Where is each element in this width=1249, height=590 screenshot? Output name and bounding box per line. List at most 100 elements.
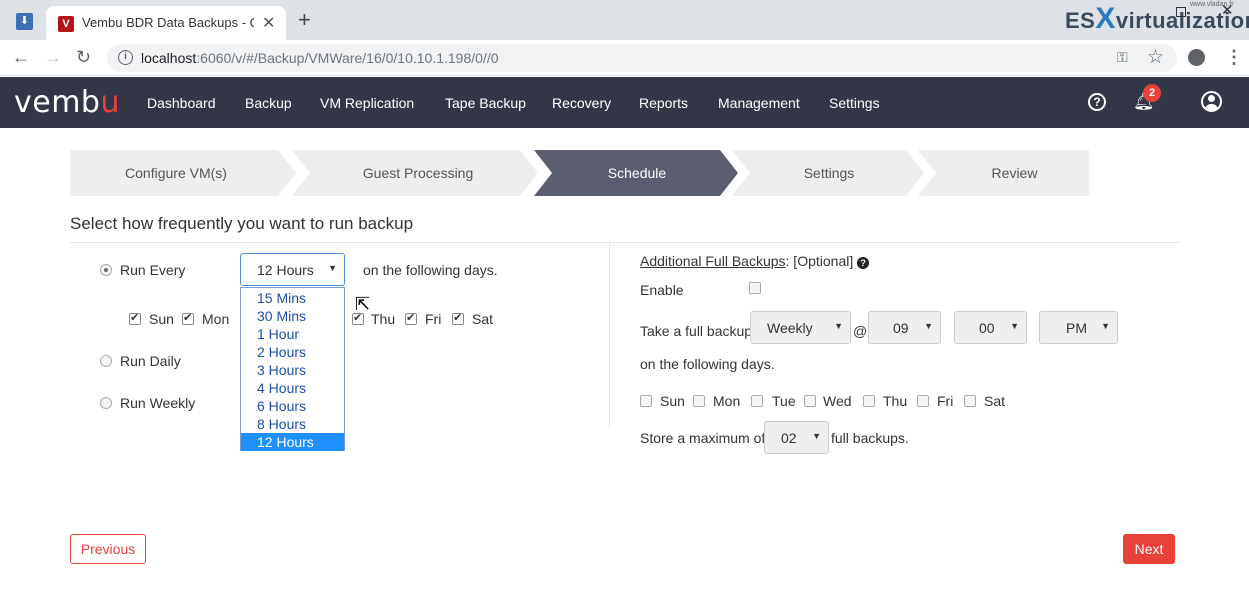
full-day-checkbox-fri[interactable] xyxy=(917,395,929,407)
full-day-label-sat: Sat xyxy=(984,393,1006,409)
forward-icon[interactable]: → xyxy=(44,48,62,66)
hour-select[interactable]: 09 ▼ xyxy=(868,311,941,344)
next-button[interactable]: Next xyxy=(1123,534,1175,564)
interval-option[interactable]: 3 Hours xyxy=(241,361,344,379)
take-full-backup-label: Take a full backup xyxy=(640,323,753,339)
interval-option[interactable]: 4 Hours xyxy=(241,379,344,397)
close-tab-icon[interactable]: ✕ xyxy=(262,13,275,33)
interval-option[interactable]: 15 Mins xyxy=(241,289,344,307)
schedule-title: Select how frequently you want to run ba… xyxy=(70,214,414,233)
day-label-sun: Sun xyxy=(149,311,174,327)
tab-title: Vembu BDR Data Backups - Online xyxy=(82,15,254,30)
reload-icon[interactable]: ↻ xyxy=(76,48,91,66)
interval-option[interactable]: 8 Hours xyxy=(241,415,344,433)
interval-dropdown-list[interactable]: 15 Mins 30 Mins 1 Hour 2 Hours 3 Hours 4… xyxy=(240,287,345,451)
chevron-down-icon: ▼ xyxy=(924,321,933,331)
enable-checkbox[interactable] xyxy=(749,282,761,294)
run-daily-label: Run Daily xyxy=(120,353,181,369)
interval-option[interactable]: 6 Hours xyxy=(241,397,344,415)
nav-tape-backup[interactable]: Tape Backup xyxy=(445,95,526,111)
day-label-fri: Fri xyxy=(425,311,442,327)
nav-reports[interactable]: Reports xyxy=(639,95,688,111)
vembu-logo[interactable]: vembu xyxy=(14,85,120,120)
nav-recovery[interactable]: Recovery xyxy=(552,95,611,111)
question-icon[interactable]: ? xyxy=(857,257,870,269)
wizard-steps: Configure VM(s) Guest Processing Schedul… xyxy=(70,150,1089,196)
profile-icon[interactable] xyxy=(1188,49,1205,66)
day-checkbox-fri[interactable] xyxy=(405,311,417,325)
day-checkbox-mon[interactable] xyxy=(182,311,194,325)
nav-backup[interactable]: Backup xyxy=(245,95,292,111)
minute-select[interactable]: 00 ▼ xyxy=(954,311,1027,344)
address-bar[interactable]: i localhost:6060/v/#/Backup/VMWare/16/0/… xyxy=(107,44,1177,72)
nav-settings[interactable]: Settings xyxy=(829,95,880,111)
chevron-down-icon: ▼ xyxy=(1101,321,1110,331)
vembu-favicon-icon: V xyxy=(58,16,74,32)
store-maximum-select[interactable]: 02 ▼ xyxy=(764,421,829,454)
full-backup-frequency-select[interactable]: Weekly ▼ xyxy=(750,311,851,344)
run-every-radio[interactable] xyxy=(100,264,112,276)
site-info-icon[interactable]: i xyxy=(118,50,133,65)
full-day-checkbox-wed[interactable] xyxy=(804,395,816,407)
hour-value: 09 xyxy=(893,320,909,336)
nav-dashboard[interactable]: Dashboard xyxy=(147,95,216,111)
interval-option[interactable]: 1 Hour xyxy=(241,325,344,343)
previous-button[interactable]: Previous xyxy=(70,534,146,564)
store-maximum-value: 02 xyxy=(781,430,797,446)
nav-management[interactable]: Management xyxy=(718,95,800,111)
ampm-select[interactable]: PM ▼ xyxy=(1039,311,1118,344)
step-review[interactable]: Review xyxy=(932,150,1097,196)
key-icon[interactable]: ⚿ xyxy=(1117,49,1128,66)
run-every-select[interactable]: 12 Hours ▼ xyxy=(240,253,345,286)
optional-label: : [Optional] xyxy=(785,253,854,269)
minute-value: 00 xyxy=(979,320,995,336)
full-day-checkbox-sat[interactable] xyxy=(964,395,976,407)
window-restore-icon[interactable] xyxy=(1176,7,1186,17)
run-daily-radio[interactable] xyxy=(100,355,112,367)
day-checkbox-sat[interactable] xyxy=(452,311,464,325)
day-checkbox-sun[interactable] xyxy=(129,311,141,325)
user-account-icon[interactable] xyxy=(1201,91,1222,112)
divider xyxy=(70,242,1180,243)
at-label: @ xyxy=(853,323,868,339)
full-day-label-thu: Thu xyxy=(883,393,908,409)
full-day-checkbox-tue[interactable] xyxy=(751,395,763,407)
full-day-checkbox-mon[interactable] xyxy=(693,395,705,407)
interval-option[interactable]: 30 Mins xyxy=(241,307,344,325)
day-label-thu: Thu xyxy=(371,311,396,327)
bookmark-star-icon[interactable]: ☆ xyxy=(1147,46,1164,69)
browser-menu-icon[interactable]: ⋮ xyxy=(1225,48,1243,66)
day-label-mon: Mon xyxy=(202,311,230,327)
full-day-label-wed: Wed xyxy=(823,393,852,409)
new-tab-icon[interactable]: + xyxy=(298,9,311,31)
run-weekly-radio[interactable] xyxy=(100,397,112,409)
step-guest-processing[interactable]: Guest Processing xyxy=(310,150,526,196)
browser-tab[interactable]: V Vembu BDR Data Backups - Online ✕ xyxy=(46,6,286,40)
app-navbar: vembu Dashboard Backup VM Replication Ta… xyxy=(0,77,1249,128)
store-maximum-label: Store a maximum of xyxy=(640,430,766,446)
step-configure-vms[interactable]: Configure VM(s) xyxy=(70,150,282,196)
back-icon[interactable]: ← xyxy=(12,48,30,66)
chevron-down-icon: ▼ xyxy=(834,321,843,331)
interval-option[interactable]: 2 Hours xyxy=(241,343,344,361)
browser-tabstrip: ⬇ V Vembu BDR Data Backups - Online ✕ + … xyxy=(0,0,1249,40)
full-day-checkbox-sun[interactable] xyxy=(640,395,652,407)
full-day-label-fri: Fri xyxy=(937,393,954,409)
run-every-label: Run Every xyxy=(120,262,186,278)
interval-option-selected[interactable]: 12 Hours xyxy=(241,433,344,451)
mouse-cursor-icon: ⇱ xyxy=(355,294,371,314)
ampm-value: PM xyxy=(1066,320,1087,336)
download-icon[interactable]: ⬇ xyxy=(16,13,33,30)
notification-badge: 2 xyxy=(1143,84,1161,102)
step-settings[interactable]: Settings xyxy=(746,150,912,196)
window-close-icon[interactable]: ✕ xyxy=(1221,1,1234,19)
full-day-checkbox-thu[interactable] xyxy=(863,395,875,407)
chevron-down-icon: ▼ xyxy=(328,263,337,273)
run-every-value: 12 Hours xyxy=(257,262,314,278)
help-icon[interactable]: ? xyxy=(1088,93,1106,111)
additional-full-backups-link[interactable]: Additional Full Backups xyxy=(640,253,786,269)
nav-vm-replication[interactable]: VM Replication xyxy=(320,95,414,111)
full-day-label-mon: Mon xyxy=(713,393,741,409)
step-schedule[interactable]: Schedule xyxy=(550,150,724,196)
url-text: localhost:6060/v/#/Backup/VMWare/16/0/10… xyxy=(141,50,499,66)
